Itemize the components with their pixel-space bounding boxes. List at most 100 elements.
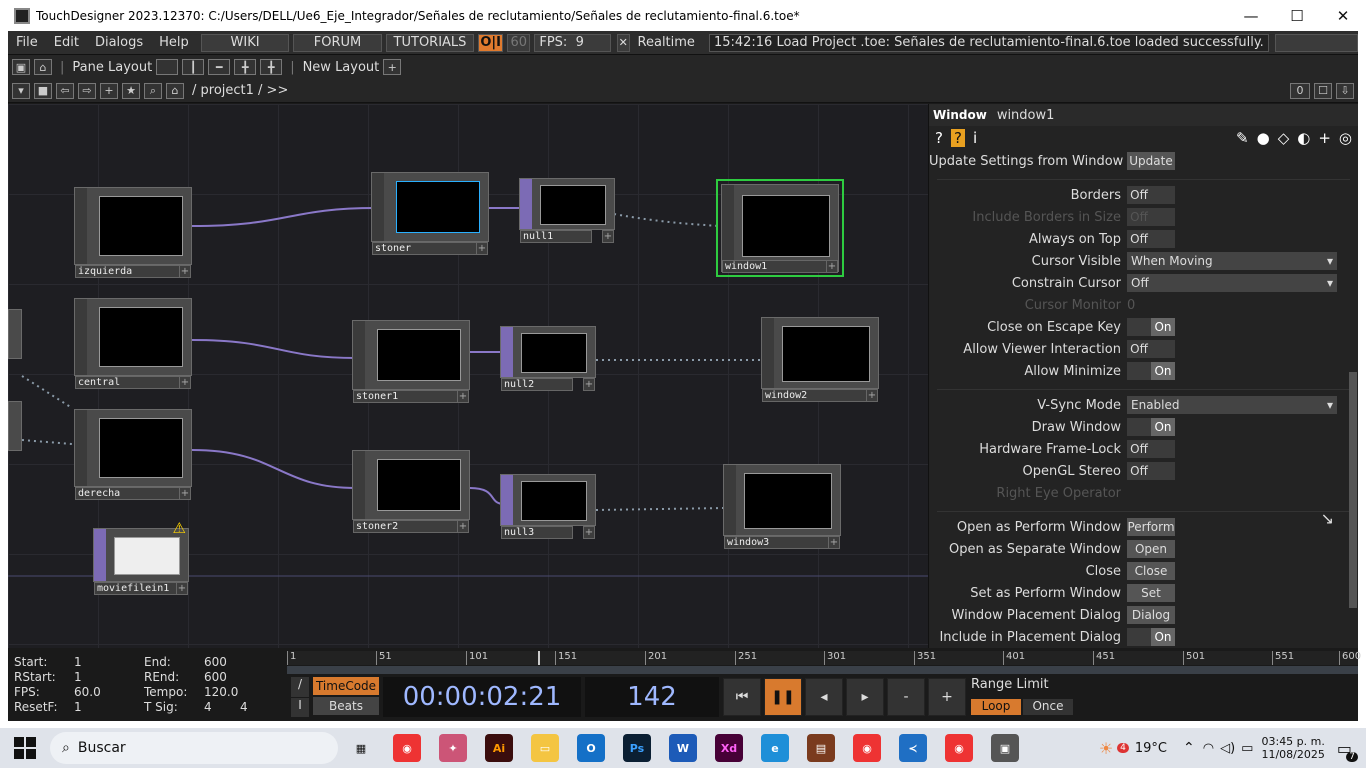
toggle-off[interactable]: Off [1127,208,1151,226]
stop-icon[interactable]: ■ [34,82,52,99]
close-button[interactable]: ✕ [1320,0,1366,31]
network-editor[interactable]: izquierda + central + derecha + moviefil… [8,104,928,648]
playhead[interactable] [538,651,540,665]
node-plus-icon[interactable]: + [176,582,188,595]
node-name[interactable]: stoner [372,242,478,255]
notifications-icon[interactable]: ▭ 7 [1337,739,1358,762]
number-value[interactable]: 0 [1127,298,1337,313]
xd-icon[interactable]: Xd [715,734,743,762]
param-scrollbar[interactable] [1349,372,1357,608]
param-toggle[interactable]: Off [1127,340,1175,358]
node-plus-icon[interactable]: + [866,389,878,402]
op-name[interactable]: window1 [997,108,1055,123]
toggle-off[interactable] [1127,628,1151,646]
edit-icon[interactable]: ✎ [1236,129,1249,147]
param-toggle[interactable]: On [1127,628,1175,646]
layout-quad-icon[interactable]: ╋ [234,59,257,75]
node-flags[interactable] [353,321,365,389]
toggle-off[interactable]: Off [1127,462,1151,480]
toggle-on[interactable] [1151,440,1175,458]
node-window2[interactable]: window2 + [761,317,879,402]
back-icon[interactable]: ⇦ [56,82,74,99]
home-icon[interactable]: ⌂ [34,59,52,75]
node-null3[interactable]: null3 + [500,474,596,539]
battery-icon[interactable]: ▭ [1241,741,1253,756]
toggle-off[interactable] [1127,418,1151,436]
node-flags[interactable] [722,185,734,271]
node-central[interactable]: central + [74,298,192,389]
param-toggle[interactable]: Off [1127,208,1175,226]
param-dropdown[interactable]: Off ▾ [1127,274,1337,292]
layout-grid-icon[interactable]: ╋ [260,59,283,75]
tutorials-button[interactable]: TUTORIALS [385,33,475,52]
node-izquierda[interactable]: izquierda + [74,187,192,278]
toggle-off[interactable]: Off [1127,186,1151,204]
node-flags[interactable] [724,465,736,535]
node-plus-icon[interactable]: + [457,520,469,533]
pane-menu-icon[interactable]: ▾ [12,82,30,99]
param-button[interactable]: Perform [1127,518,1175,536]
taskbar-search[interactable]: ⌕ Buscar [50,732,338,764]
node-null1[interactable]: null1 + [519,178,615,243]
node-window1[interactable]: window1 + [716,179,844,277]
slash-toggle[interactable]: / [291,677,309,697]
node-stoner1[interactable]: stoner1 + [352,320,470,403]
menu-file[interactable]: File [8,35,46,50]
add-icon[interactable]: + [1318,129,1331,147]
oi-toggle[interactable]: O|I [478,33,504,52]
new-layout-add-button[interactable]: + [383,59,402,75]
comment-icon[interactable]: ● [1257,129,1270,147]
node-name[interactable]: central [75,376,181,389]
node-plus-icon[interactable]: + [179,265,191,278]
param-toggle[interactable]: Off [1127,230,1175,248]
info-icon[interactable]: i [973,129,977,147]
toggle-on[interactable]: On [1151,318,1175,336]
illustrator-icon[interactable]: Ai [485,734,513,762]
windows-start-icon[interactable] [14,737,36,759]
param-button[interactable]: Set [1127,584,1175,602]
param-button[interactable]: Open [1127,540,1175,558]
touchdesigner-taskbar-icon[interactable]: ▣ [991,734,1019,762]
toggle-off[interactable] [1127,318,1151,336]
node-plus-icon[interactable]: + [826,260,838,273]
node-flags[interactable] [75,299,87,375]
toggle-on[interactable] [1151,208,1175,226]
param-toggle[interactable]: On [1127,318,1175,336]
tsig-value-a[interactable]: 4 [204,700,212,714]
edge-icon[interactable]: e [761,734,789,762]
param-button[interactable]: Close [1127,562,1175,580]
param-dropdown[interactable]: When Moving ▾ [1127,252,1337,270]
node-flags[interactable] [75,410,87,486]
frame-display[interactable]: 142 [585,677,719,717]
rend-value[interactable]: 600 [204,670,227,684]
param-toggle[interactable]: Off [1127,462,1175,480]
once-button[interactable]: Once [1023,699,1073,715]
node-flags[interactable] [501,327,513,377]
chevron-down-icon[interactable]: ▾ [1327,276,1333,290]
param-toggle[interactable]: On [1127,362,1175,380]
toggle-on[interactable] [1151,186,1175,204]
node-plus-icon[interactable]: + [179,487,191,500]
word-icon[interactable]: W [669,734,697,762]
search-icon[interactable]: ⌕ [144,82,162,99]
param-toggle[interactable]: Off [1127,186,1175,204]
clock[interactable]: 03:45 p. m. 11/08/2025 [1261,735,1324,761]
add-icon[interactable]: + [100,82,118,99]
param-button-label[interactable]: Perform [1127,518,1175,536]
loop-button[interactable]: Loop [971,699,1021,715]
layout-single-icon[interactable] [156,59,179,75]
node-name[interactable]: moviefilein1 [94,582,178,595]
parent-icon[interactable]: ⌂ [166,82,184,99]
timecode-mode-button[interactable]: TimeCode [313,677,379,695]
maximize-button[interactable]: ☐ [1274,0,1320,31]
node-name[interactable]: window2 [762,389,868,402]
beats-mode-button[interactable]: Beats [313,697,379,715]
realtime-checkbox[interactable]: ✕ [616,33,630,52]
forward-icon[interactable]: ⇨ [78,82,96,99]
node-plus-icon[interactable]: + [583,526,595,539]
node-flags[interactable] [372,173,384,241]
wiki-button[interactable]: WIKI [200,33,290,52]
step-forward-icon[interactable]: ▸ [846,678,884,716]
node-flags[interactable] [94,529,106,581]
node-window3[interactable]: window3 + [723,464,841,549]
